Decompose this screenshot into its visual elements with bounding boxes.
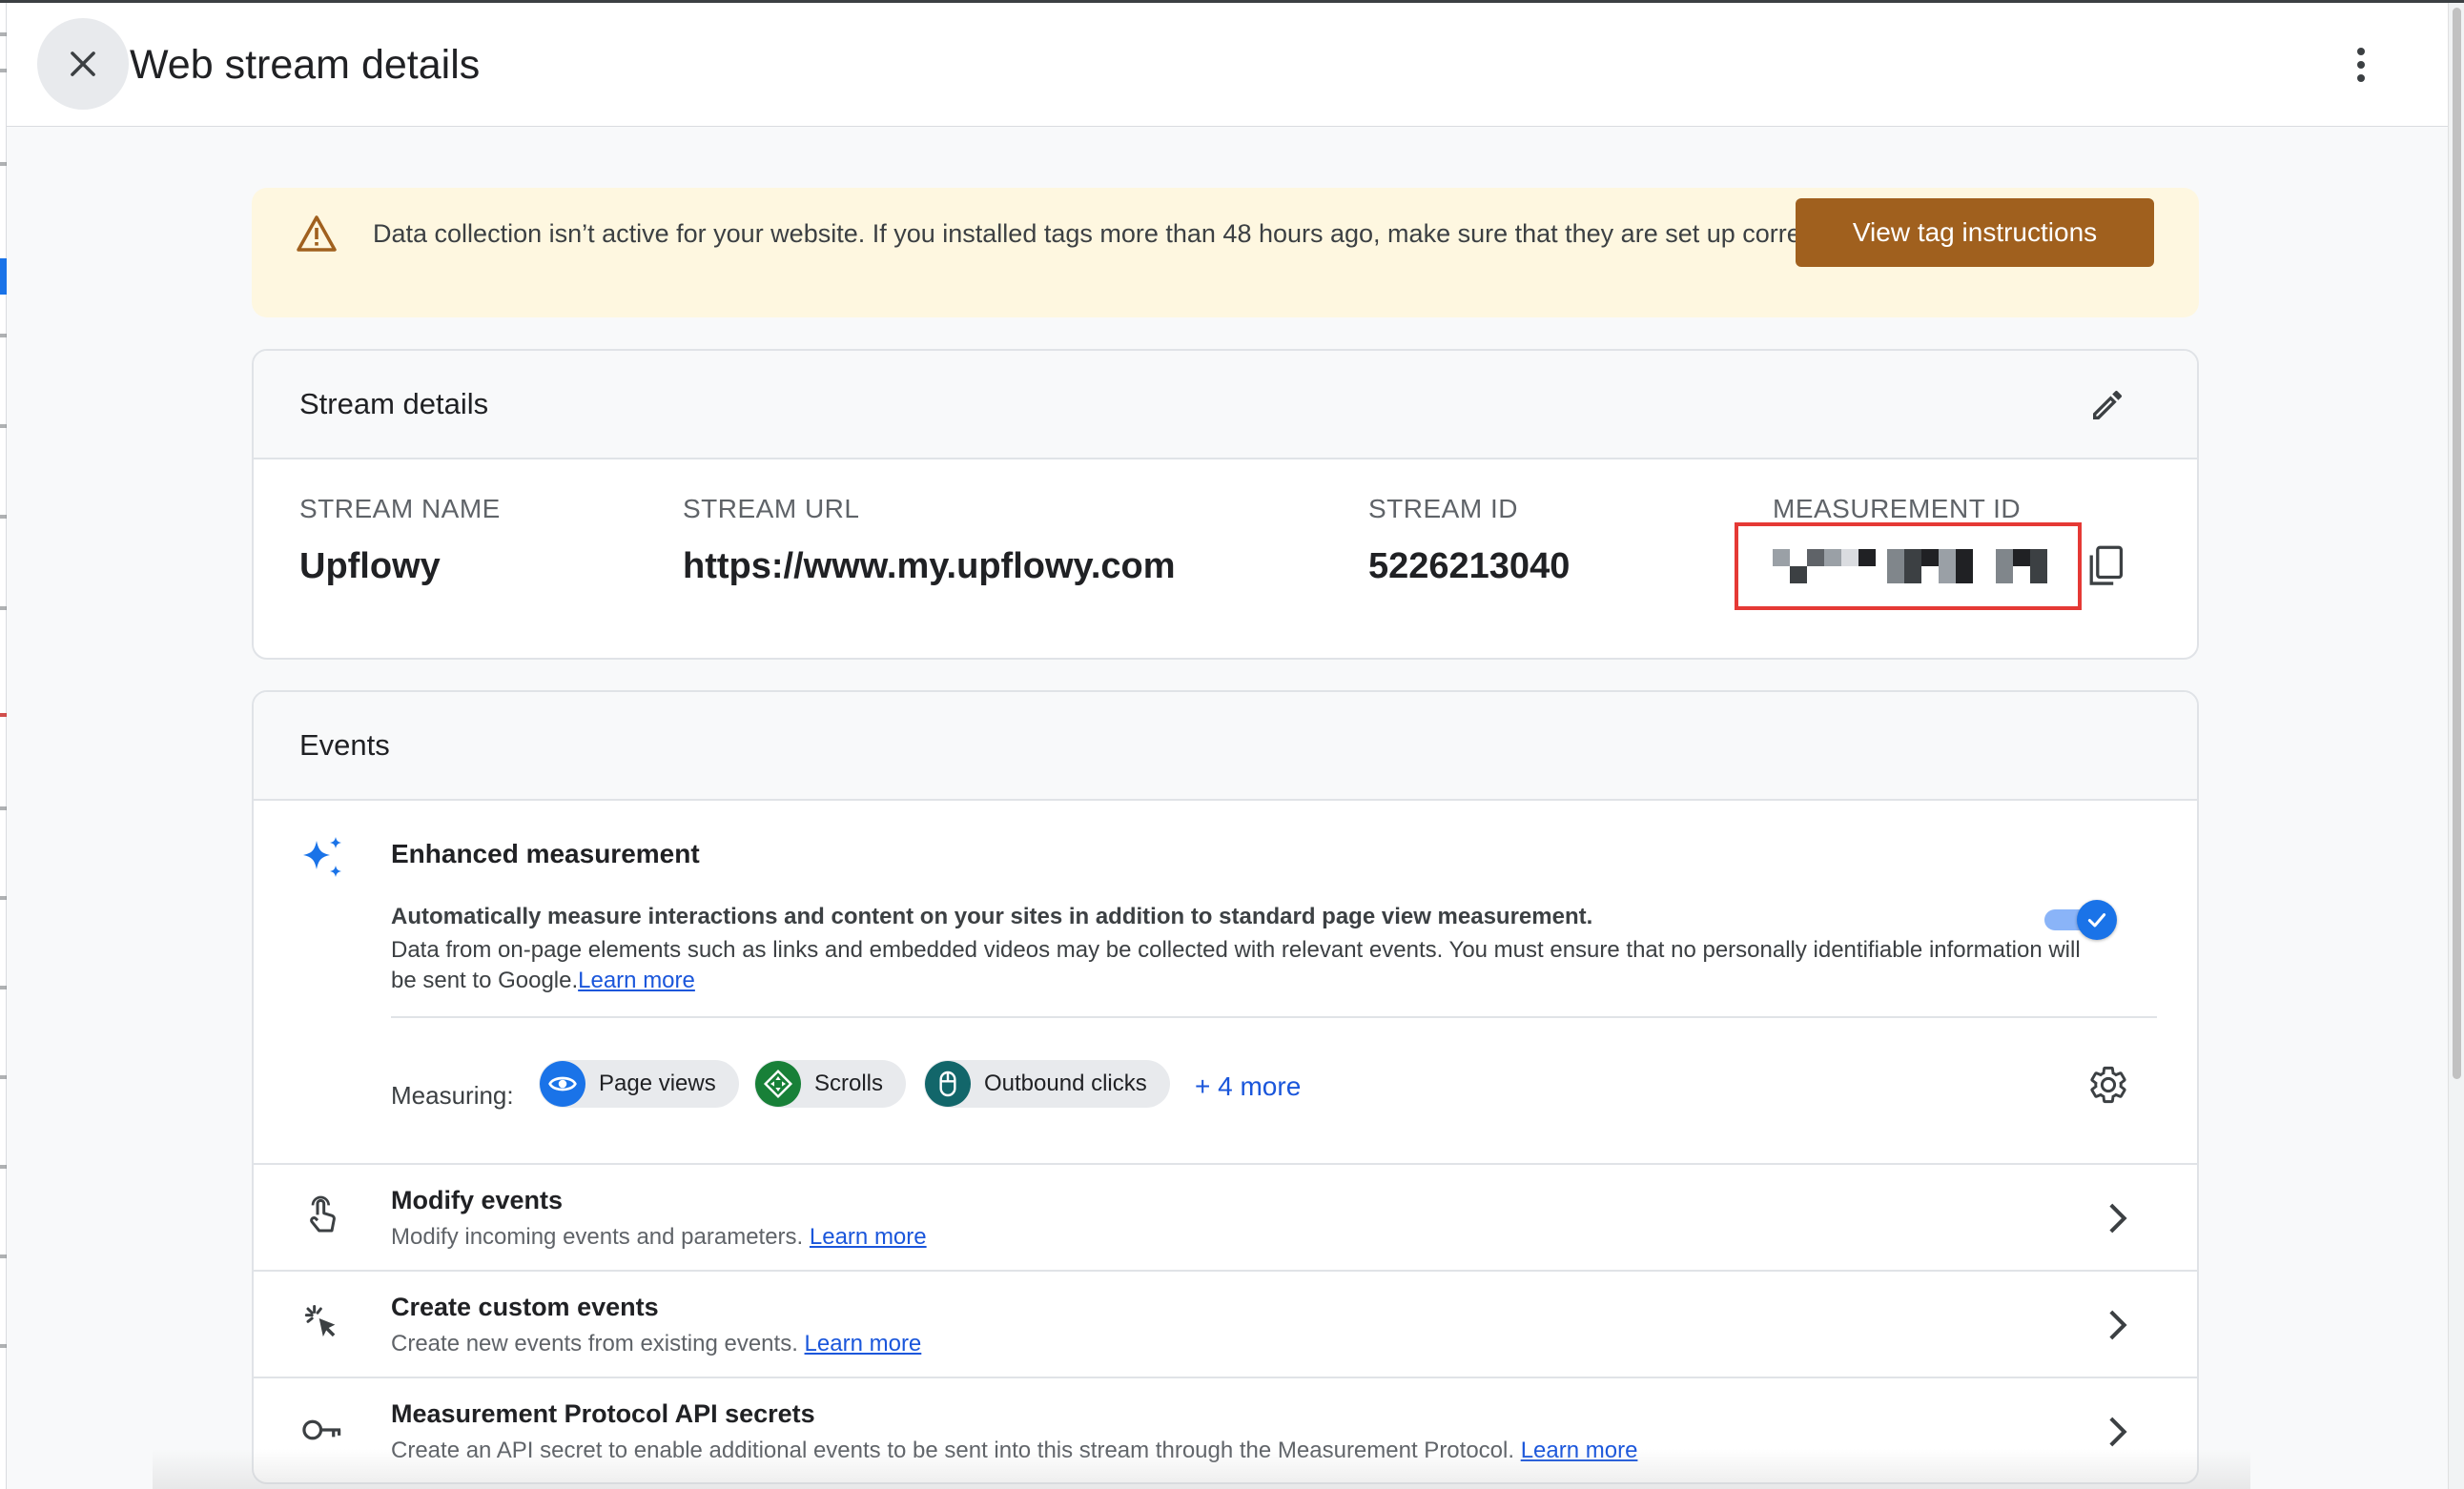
divider [391, 1016, 2157, 1018]
row-title: Create custom events [391, 1293, 659, 1321]
measuring-label: Measuring: [391, 1081, 514, 1110]
page-title: Web stream details [130, 42, 481, 88]
stream-details-card: Stream details STREAM NAME Upflowy STREA… [252, 349, 2199, 660]
mouse-icon [925, 1061, 971, 1107]
more-measurements-link[interactable]: + 4 more [1195, 1071, 1301, 1102]
more-vert-icon [2357, 48, 2365, 82]
copy-measurement-id-button[interactable] [2083, 541, 2128, 591]
move-icon [755, 1061, 801, 1107]
row-description: Create new events from existing events. … [391, 1331, 922, 1356]
modify-events-learn-more-link[interactable]: Learn more [810, 1224, 927, 1250]
events-title: Events [299, 728, 390, 762]
stream-id-field: STREAM ID 5226213040 [1368, 494, 1570, 587]
chip-outbound-clicks[interactable]: Outbound clicks [924, 1060, 1170, 1108]
chip-scrolls[interactable]: Scrolls [754, 1060, 907, 1108]
chip-page-views[interactable]: Page views [539, 1060, 739, 1108]
chevron-right-icon [2100, 1199, 2134, 1237]
stream-url-label: STREAM URL [683, 494, 860, 523]
measurement-id-field: MEASUREMENT ID [1773, 494, 2021, 524]
window-top-border [0, 0, 2464, 3]
check-icon [2087, 913, 2106, 928]
measurement-id-label: MEASUREMENT ID [1773, 494, 2022, 523]
background-sidebar [0, 0, 7, 1489]
stream-id-value: 5226213040 [1368, 546, 1571, 586]
view-tag-instructions-button[interactable]: View tag instructions [1796, 198, 2154, 267]
enhanced-measurement-description: Data from on-page elements such as links… [391, 937, 2081, 993]
stream-name-field: STREAM NAME Upflowy [299, 494, 501, 587]
click-sparkle-icon [299, 1300, 345, 1346]
sidebar-active-indicator [0, 258, 7, 295]
chip-label: Page views [599, 1071, 716, 1096]
enhanced-measurement-toggle[interactable] [2044, 900, 2117, 940]
more-options-button[interactable] [2342, 38, 2380, 92]
close-button[interactable] [37, 18, 129, 110]
enhanced-settings-button[interactable] [2085, 1062, 2131, 1108]
touch-icon [299, 1193, 345, 1239]
warning-icon [296, 214, 338, 257]
create-custom-events-row[interactable]: Create custom events Create new events f… [254, 1270, 2197, 1377]
alert-message: Data collection isn’t active for your we… [373, 219, 1845, 248]
chevron-right-icon [2100, 1306, 2134, 1344]
chevron-right-icon [2100, 1413, 2134, 1451]
enhanced-measurement-section: Enhanced measurement Automatically measu… [254, 801, 2197, 1163]
stream-url-field: STREAM URL https://www.my.upflowy.com [683, 494, 1176, 587]
custom-events-learn-more-link[interactable]: Learn more [805, 1331, 922, 1356]
measurement-id-redacted [1735, 522, 2082, 610]
scrollbar[interactable] [2448, 0, 2464, 1489]
panel-header: Web stream details [7, 3, 2448, 127]
eye-icon [540, 1061, 585, 1107]
data-collection-alert: Data collection isn’t active for your we… [252, 188, 2199, 317]
events-card: Events Enhanced measurement Automaticall… [252, 690, 2199, 1484]
copy-icon [2089, 545, 2124, 585]
chip-label: Scrolls [814, 1071, 884, 1096]
modify-events-row[interactable]: Modify events Modify incoming events and… [254, 1163, 2197, 1270]
gear-icon [2090, 1066, 2126, 1104]
events-header: Events [254, 692, 2197, 801]
enhanced-learn-more-link[interactable]: Learn more [578, 968, 695, 993]
row-title: Measurement Protocol API secrets [391, 1399, 815, 1428]
stream-details-title: Stream details [299, 387, 489, 420]
row-title: Modify events [391, 1186, 564, 1214]
close-icon [71, 51, 95, 76]
row-description: Modify incoming events and parameters. L… [391, 1224, 927, 1250]
edit-stream-button[interactable] [2085, 383, 2129, 427]
enhanced-measurement-summary: Automatically measure interactions and c… [391, 904, 1593, 929]
stream-id-label: STREAM ID [1368, 494, 1518, 523]
stream-details-header: Stream details [254, 351, 2197, 459]
stream-url-value: https://www.my.upflowy.com [683, 546, 1176, 586]
stream-name-label: STREAM NAME [299, 494, 501, 523]
scrollbar-thumb[interactable] [2453, 8, 2461, 1079]
enhanced-measurement-title: Enhanced measurement [391, 839, 700, 868]
chip-label: Outbound clicks [984, 1071, 1147, 1096]
stream-name-value: Upflowy [299, 546, 441, 586]
bottom-fade [153, 1449, 2250, 1489]
sparkle-icon [299, 835, 347, 887]
key-icon [299, 1407, 345, 1453]
pencil-icon [2093, 390, 2123, 419]
